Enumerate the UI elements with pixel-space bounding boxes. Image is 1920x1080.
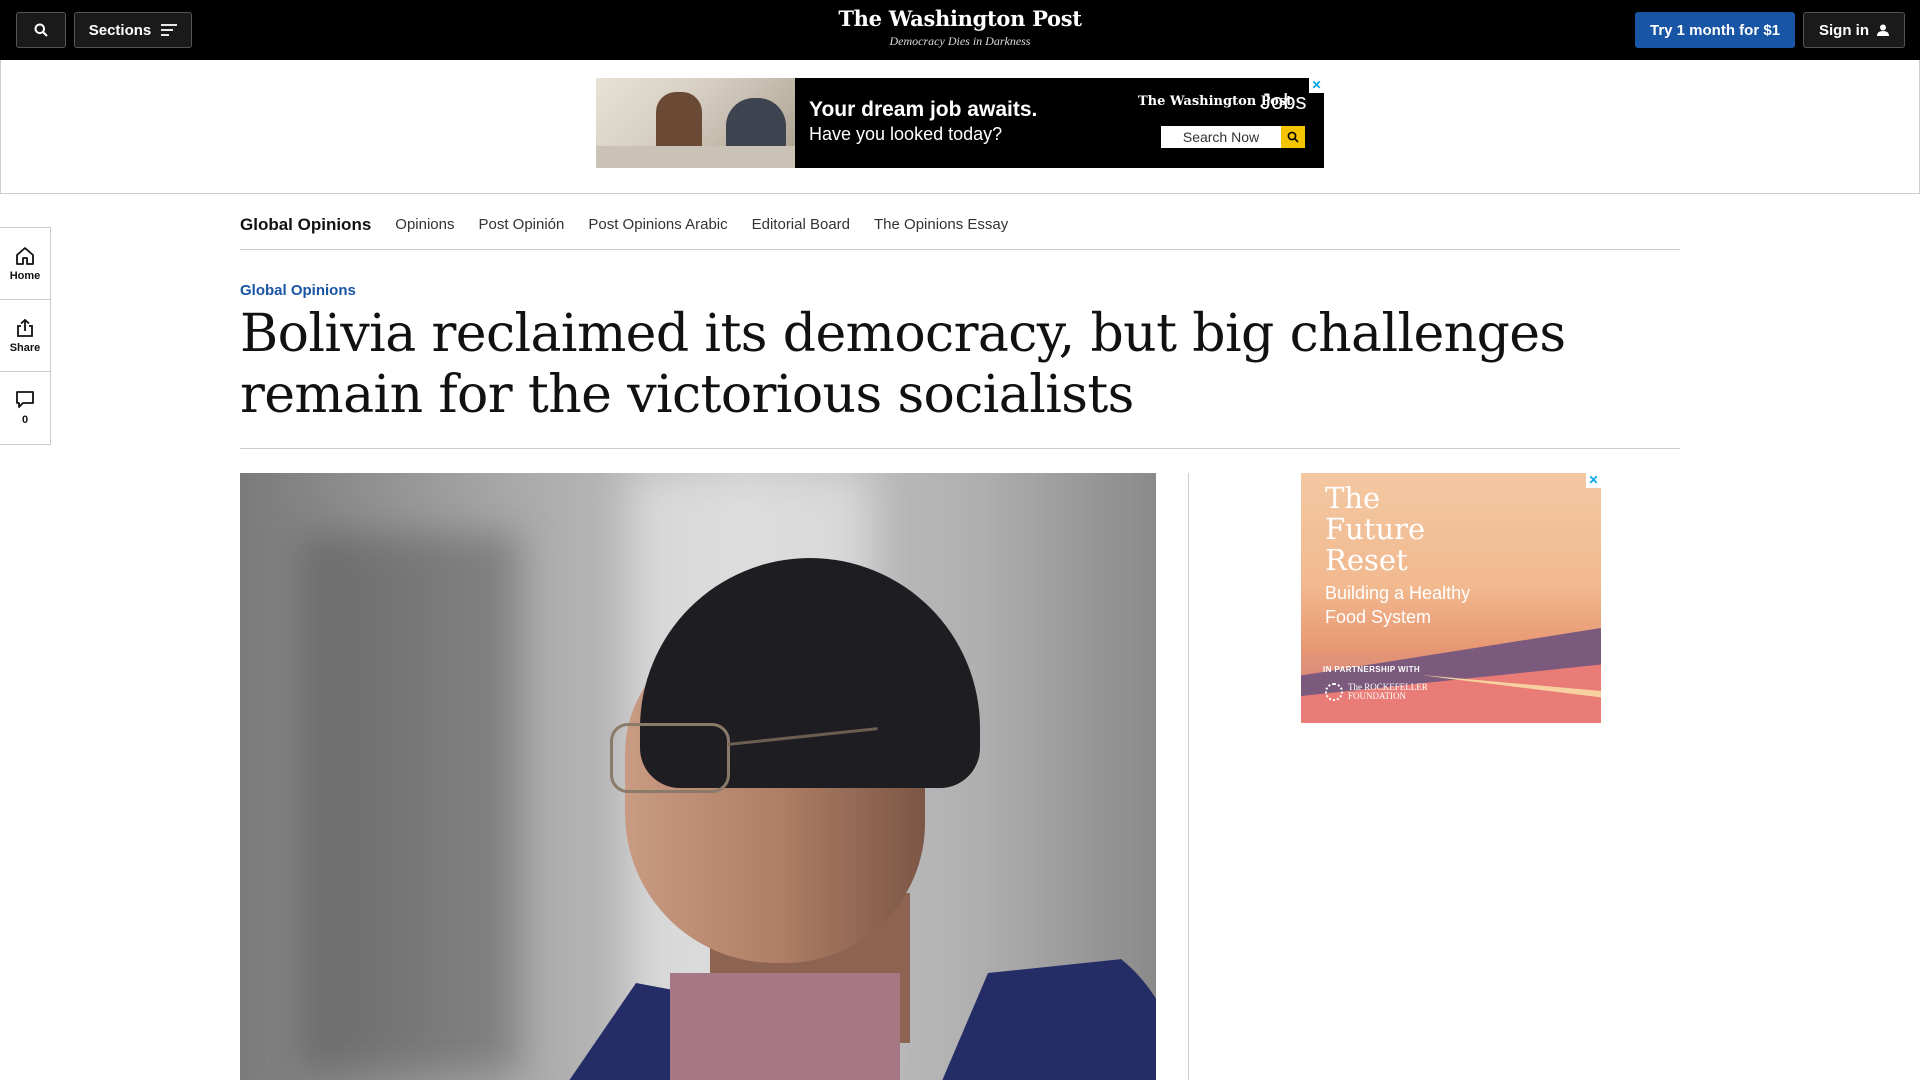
search-icon: [1287, 131, 1299, 143]
subscribe-button[interactable]: Try 1 month for $1: [1635, 12, 1795, 48]
top-bar: Sections The Washington Post Democracy D…: [0, 0, 1920, 60]
section-nav-item[interactable]: Editorial Board: [752, 216, 850, 233]
lead-image: [240, 473, 1156, 1080]
home-icon: [16, 246, 34, 265]
section-nav-item[interactable]: Post Opinions Arabic: [588, 216, 727, 233]
sidebar-ad-subtitle: Building a Healthy Food System: [1325, 583, 1471, 627]
sections-label: Sections: [88, 21, 152, 39]
section-nav-item[interactable]: Opinions: [395, 216, 454, 233]
article-headline: Bolivia reclaimed its democracy, but big…: [240, 304, 1566, 425]
user-icon: [1877, 24, 1889, 36]
ad-search-field[interactable]: Search Now: [1161, 126, 1281, 148]
comment-icon: [16, 391, 34, 408]
menu-icon: [161, 24, 178, 36]
home-label: Home: [9, 269, 41, 282]
site-logo[interactable]: The Washington Post: [760, 6, 1160, 31]
site-tagline: Democracy Dies in Darkness: [889, 34, 1031, 48]
sections-button[interactable]: Sections: [74, 12, 192, 48]
comment-count: 0: [21, 414, 29, 426]
share-icon: [17, 318, 33, 337]
sign-in-button[interactable]: Sign in: [1803, 12, 1905, 48]
column-divider: [1188, 473, 1189, 1080]
share-button[interactable]: Share: [0, 300, 50, 372]
share-label: Share: [9, 341, 41, 354]
section-nav-item[interactable]: The Opinions Essay: [874, 216, 1008, 233]
search-icon: [34, 23, 48, 37]
ad-search-button[interactable]: [1281, 126, 1305, 148]
ad-headline: Your dream job awaits.: [809, 98, 1038, 121]
ad-product: Jobs: [1260, 89, 1307, 114]
sign-in-label: Sign in: [1819, 21, 1869, 39]
sidebar-ad-sponsor: The ROCKEFELLER FOUNDATION: [1325, 683, 1428, 701]
sidebar-ad-title: The Future Reset: [1325, 481, 1426, 577]
ad-close-icon[interactable]: ✕: [1309, 78, 1324, 93]
article-kicker[interactable]: Global Opinions: [240, 282, 356, 299]
sidebar-ad-foundation: The ROCKEFELLER FOUNDATION: [1348, 682, 1428, 701]
sidebar-ad-partnership: IN PARTNERSHIP WITH: [1323, 665, 1421, 674]
search-button[interactable]: [16, 12, 66, 48]
sidebar-ad-close-icon[interactable]: ✕: [1586, 473, 1601, 488]
divider: [240, 448, 1680, 449]
section-nav-item[interactable]: Post Opinión: [478, 216, 564, 233]
share-rail: Home Share 0: [0, 227, 51, 445]
ad-photo: [596, 78, 795, 168]
masthead[interactable]: The Washington Post Democracy Dies in Da…: [760, 6, 1160, 49]
home-button[interactable]: Home: [0, 228, 50, 300]
section-nav-active[interactable]: Global Opinions: [240, 215, 371, 235]
ad-subline: Have you looked today?: [809, 124, 1003, 144]
comments-button[interactable]: 0: [0, 372, 50, 444]
section-nav: Global Opinions Opinions Post Opinión Po…: [240, 200, 1680, 250]
jobs-ad-banner[interactable]: Your dream job awaits. Have you looked t…: [596, 78, 1324, 168]
foundation-logo-icon: [1325, 683, 1343, 701]
sidebar-ad[interactable]: The Future Reset Building a Healthy Food…: [1301, 473, 1601, 723]
